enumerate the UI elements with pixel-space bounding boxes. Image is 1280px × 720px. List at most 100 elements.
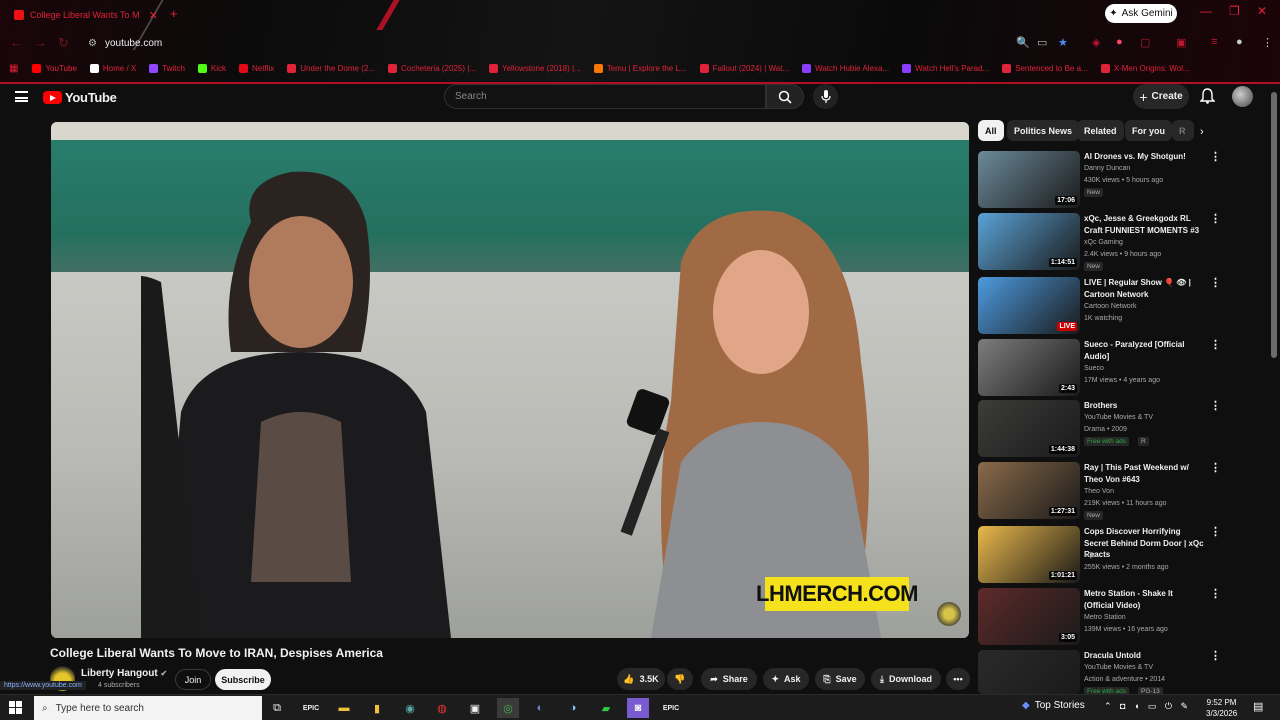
bookmark-item[interactable]: Under the Dome (2... bbox=[287, 63, 375, 73]
more-actions-button[interactable]: ••• bbox=[946, 668, 970, 690]
more-vertical-icon[interactable]: ⋮ bbox=[1210, 401, 1221, 412]
discord-icon[interactable]: ◐ bbox=[529, 698, 551, 718]
purple-app-icon[interactable]: ◙ bbox=[627, 698, 649, 718]
green-app-icon[interactable]: ▰ bbox=[595, 698, 617, 718]
video-thumbnail[interactable]: 1:44:38 bbox=[978, 400, 1080, 457]
recommendation-channel[interactable]: Cartoon Network bbox=[1084, 301, 1208, 313]
bookmark-item[interactable]: Watch Hubie Alexa... bbox=[802, 63, 889, 73]
filter-chip[interactable]: Related bbox=[1077, 120, 1124, 141]
bookmark-item[interactable]: Netflix bbox=[239, 63, 274, 73]
video-thumbnail[interactable] bbox=[978, 650, 1080, 694]
subscribe-button[interactable]: Subscribe bbox=[215, 669, 271, 690]
recommendation-item[interactable]: 1:27:31 Ray | This Past Weekend w/ Theo V… bbox=[978, 462, 1221, 520]
recommendation-title[interactable]: Sueco - Paralyzed [Official Audio] bbox=[1084, 339, 1204, 362]
like-button[interactable]: 👍 3.5K bbox=[617, 668, 665, 690]
news-widget[interactable]: ◆ Top Stories bbox=[1022, 700, 1085, 711]
video-thumbnail[interactable]: 1:14:51 bbox=[978, 213, 1080, 270]
recommendation-item[interactable]: 1:14:51 xQc, Jesse & Greekgodx RL Craft F… bbox=[978, 213, 1221, 271]
chevron-right-icon[interactable]: › bbox=[1200, 126, 1204, 138]
extension-icon[interactable]: ◈ bbox=[1092, 36, 1100, 49]
steam-icon[interactable]: ◑ bbox=[562, 698, 584, 718]
close-window-icon[interactable]: ✕ bbox=[1257, 4, 1267, 18]
bookmark-item[interactable]: Yellowstone (2018) |... bbox=[488, 63, 581, 73]
recommendation-channel[interactable]: YouTube Movies & TV bbox=[1084, 662, 1208, 674]
recommendation-channel[interactable]: Theo Von bbox=[1084, 486, 1208, 498]
search-input[interactable]: Search bbox=[444, 84, 766, 109]
ask-gemini-button[interactable]: ✦ Ask Gemini bbox=[1105, 4, 1177, 23]
maximize-icon[interactable]: ❐ bbox=[1229, 4, 1240, 18]
recommendation-title[interactable]: Dracula Untold bbox=[1084, 650, 1204, 662]
recommendation-channel[interactable]: xQc bbox=[1084, 550, 1208, 562]
chrome-icon[interactable]: ◎ bbox=[497, 698, 519, 718]
video-thumbnail[interactable]: 1:27:31 bbox=[978, 462, 1080, 519]
save-button[interactable]: ⎘ Save bbox=[815, 668, 865, 690]
bookmark-item[interactable]: Cocheteria (2025) |... bbox=[387, 63, 476, 73]
more-vertical-icon[interactable]: ⋮ bbox=[1210, 463, 1221, 474]
channel-watermark-icon[interactable] bbox=[937, 602, 961, 626]
more-vertical-icon[interactable]: ⋮ bbox=[1210, 340, 1221, 351]
globe-app-icon[interactable]: ◉ bbox=[399, 698, 421, 718]
video-thumbnail[interactable]: 1:01:21 bbox=[978, 526, 1080, 583]
recommendation-channel[interactable]: Danny Duncan bbox=[1084, 163, 1208, 175]
recommendation-title[interactable]: Metro Station - Shake It (Official Video… bbox=[1084, 588, 1204, 611]
notification-icon[interactable]: ▤ bbox=[1253, 700, 1263, 713]
taskbar-search-input[interactable]: ⌕ Type here to search bbox=[34, 696, 262, 720]
window-app-icon[interactable]: ▣ bbox=[464, 698, 486, 718]
video-thumbnail[interactable]: LIVE bbox=[978, 277, 1080, 334]
recommendation-channel[interactable]: xQc Gaming bbox=[1084, 237, 1208, 249]
more-vertical-icon[interactable]: ⋮ bbox=[1210, 278, 1221, 289]
recommendation-title[interactable]: Ray | This Past Weekend w/ Theo Von #643 bbox=[1084, 462, 1204, 485]
join-button[interactable]: Join bbox=[175, 669, 211, 690]
extension-icon[interactable]: ▢ bbox=[1140, 36, 1150, 49]
more-vertical-icon[interactable]: ⋮ bbox=[1210, 214, 1221, 225]
media-app-icon[interactable]: ◍ bbox=[431, 698, 453, 718]
video-thumbnail[interactable]: 17:06 bbox=[978, 151, 1080, 208]
hamburger-menu-icon[interactable] bbox=[15, 91, 28, 102]
more-vertical-icon[interactable]: ⋮ bbox=[1210, 589, 1221, 600]
more-vertical-icon[interactable]: ⋮ bbox=[1210, 527, 1221, 538]
system-tray-icons[interactable]: ⌃ ◘ ◖ ▭ ⏻ ✎ bbox=[1104, 701, 1191, 712]
recommendation-item[interactable]: 1:44:38 Brothers YouTube Movies & TV Drama … bbox=[978, 400, 1221, 458]
bookmark-item[interactable]: Kick bbox=[197, 63, 226, 73]
recommendation-item[interactable]: 17:06 AI Drones vs. My Shotgun! Danny Dunc… bbox=[978, 151, 1221, 209]
site-info-icon[interactable]: ⚙ bbox=[88, 38, 97, 49]
recommendation-title[interactable]: Brothers bbox=[1084, 400, 1204, 412]
filter-chip[interactable]: For you bbox=[1125, 120, 1172, 141]
reload-icon[interactable]: ↻ bbox=[58, 35, 69, 51]
bookmark-item[interactable]: YouTube bbox=[32, 63, 77, 73]
apps-grid-icon[interactable]: ▦ bbox=[9, 63, 18, 74]
recommendation-title[interactable]: LIVE | Regular Show 🎈 👁 | Cartoon Networ… bbox=[1084, 277, 1204, 300]
ask-button[interactable]: ✦ Ask bbox=[763, 668, 809, 690]
notes-app-icon[interactable]: ▮ bbox=[366, 698, 388, 718]
recommendation-item[interactable]: 2:43 Sueco - Paralyzed [Official Audio] Su… bbox=[978, 339, 1221, 397]
recommendation-channel[interactable]: Sueco bbox=[1084, 363, 1208, 375]
search-button[interactable] bbox=[766, 84, 804, 109]
back-icon[interactable]: ← bbox=[10, 35, 23, 50]
video-player[interactable]: LHMERCH.COM bbox=[51, 122, 969, 638]
zoom-icon[interactable]: 🔍 bbox=[1016, 36, 1030, 49]
new-tab-button[interactable]: + bbox=[170, 6, 178, 21]
downloads-icon[interactable]: ≡ bbox=[1211, 36, 1217, 48]
file-explorer-icon[interactable]: ▬ bbox=[333, 698, 355, 718]
bookmark-item[interactable]: Home / X bbox=[89, 63, 136, 73]
more-vertical-icon[interactable]: ⋮ bbox=[1210, 152, 1221, 163]
recommendation-item[interactable]: 3:05 Metro Station - Shake It (Official V… bbox=[978, 588, 1221, 646]
recommendation-item[interactable]: LIVE LIVE | Regular Show 🎈 👁 | Cartoon Ne… bbox=[978, 277, 1221, 335]
cast-icon[interactable]: ▭ bbox=[1037, 36, 1047, 49]
epic-games-icon[interactable]: EPIC bbox=[300, 698, 322, 718]
notifications-bell-icon[interactable] bbox=[1200, 88, 1215, 104]
page-scrollbar[interactable] bbox=[1271, 92, 1277, 358]
download-button[interactable]: ⤓ Download bbox=[871, 668, 941, 690]
create-button[interactable]: + Create bbox=[1133, 84, 1189, 109]
menu-kebab-icon[interactable]: ⋮ bbox=[1262, 36, 1273, 49]
filter-chip[interactable]: Politics News bbox=[1007, 120, 1080, 141]
bookmark-item[interactable]: X-Men Origins: Wol... bbox=[1100, 63, 1190, 73]
bookmark-item[interactable]: Twitch bbox=[149, 63, 185, 73]
extension-icon[interactable]: ● bbox=[1116, 36, 1123, 48]
sidepanel-icon[interactable]: ▣ bbox=[1176, 36, 1186, 49]
recommendation-channel[interactable]: YouTube Movies & TV bbox=[1084, 412, 1208, 424]
youtube-logo[interactable]: YouTube bbox=[43, 90, 117, 105]
profile-icon[interactable]: ● bbox=[1236, 36, 1243, 48]
task-view-icon[interactable]: ⧉ bbox=[266, 698, 288, 718]
more-vertical-icon[interactable]: ⋮ bbox=[1210, 651, 1221, 662]
